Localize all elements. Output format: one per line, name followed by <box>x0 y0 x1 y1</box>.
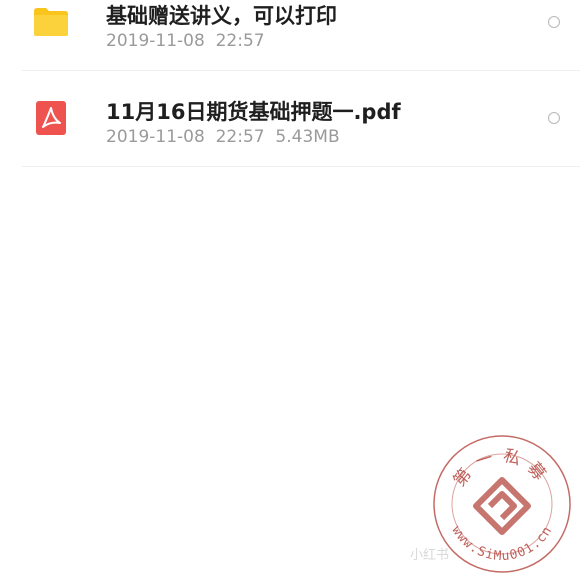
file-row-pdf[interactable]: 11月16日期货基础押题一.pdf 2019-11-08 22:57 5.43M… <box>22 70 580 167</box>
watermark-seal: 第一私募 www.SiMu001.cn <box>432 434 572 574</box>
folder-icon <box>34 5 68 39</box>
file-meta: 2019-11-08 22:57 <box>106 31 265 51</box>
file-size: 5.43MB <box>275 127 340 147</box>
file-date: 2019-11-08 <box>106 31 205 51</box>
file-time: 22:57 <box>215 31 265 51</box>
file-row-folder[interactable]: 基础赠送讲义，可以打印 2019-11-08 22:57 <box>22 0 580 71</box>
file-meta: 2019-11-08 22:57 5.43MB <box>106 127 340 147</box>
file-time: 22:57 <box>215 127 265 147</box>
pdf-icon <box>34 101 68 135</box>
file-date: 2019-11-08 <box>106 127 205 147</box>
file-name: 11月16日期货基础押题一.pdf <box>106 100 401 124</box>
select-radio[interactable] <box>548 16 560 28</box>
select-radio[interactable] <box>548 112 560 124</box>
file-name: 基础赠送讲义，可以打印 <box>106 4 337 28</box>
